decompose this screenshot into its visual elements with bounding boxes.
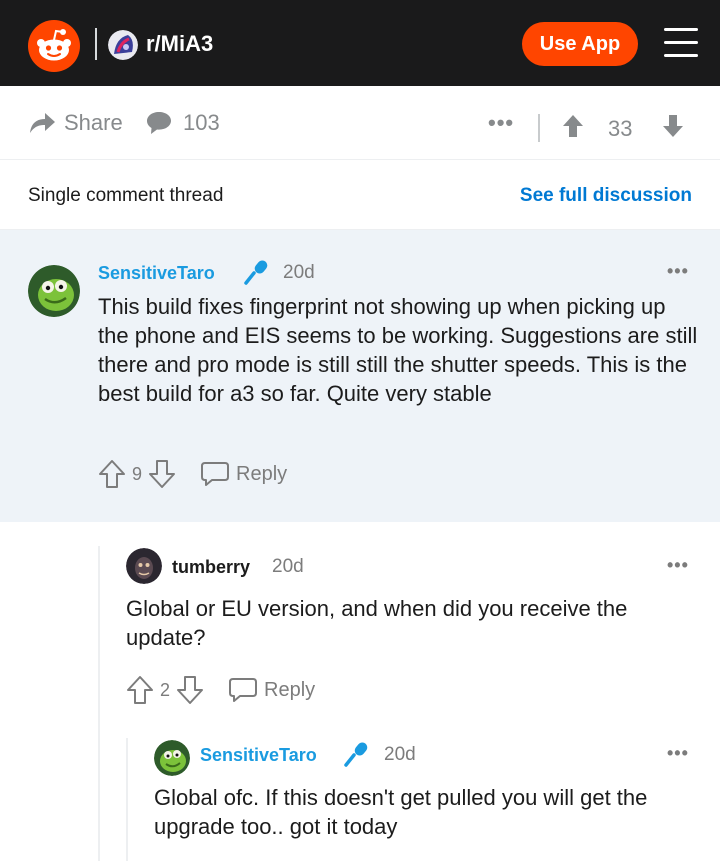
reply-icon <box>201 462 230 486</box>
share-button[interactable]: Share <box>28 110 123 136</box>
comments-button[interactable]: 103 <box>145 110 220 136</box>
vote-divider <box>538 114 540 142</box>
upvote-icon[interactable] <box>98 459 126 489</box>
comment-more-options-button[interactable]: ••• <box>667 261 689 282</box>
downvote-icon <box>663 115 683 137</box>
comment-body: Global or EU version, and when did you r… <box>126 596 628 650</box>
reply-icon <box>229 678 258 702</box>
comment-actions: 9 Reply <box>98 459 287 489</box>
comment-author[interactable]: SensitiveTaro <box>200 745 317 766</box>
thread-title: Single comment thread <box>28 185 224 206</box>
comment-author[interactable]: tumberry <box>172 557 250 578</box>
see-full-discussion-link[interactable]: See full discussion <box>520 185 692 207</box>
reddit-logo-icon[interactable] <box>28 20 80 72</box>
microphone-icon <box>243 258 271 291</box>
avatar[interactable] <box>154 740 190 776</box>
post-action-bar: Share 103 ••• 33 <box>0 86 720 160</box>
post-more-options-button[interactable]: ••• <box>488 110 514 136</box>
microphone-icon <box>343 740 371 773</box>
upvote-icon <box>563 115 583 137</box>
subreddit-avatar[interactable] <box>108 30 138 60</box>
top-nav-bar: r/MiA3 Use App <box>0 0 720 86</box>
downvote-icon[interactable] <box>176 675 204 705</box>
thread-line[interactable] <box>126 738 128 861</box>
comment-more-options-button[interactable]: ••• <box>667 555 689 576</box>
highlighted-comment: SensitiveTaro 20d ••• This build fixes f… <box>0 230 720 522</box>
reply-button[interactable]: Reply <box>200 460 287 488</box>
post-score: 33 <box>608 116 633 141</box>
reply-label: Reply <box>236 462 288 485</box>
post-downvote-button[interactable] <box>662 114 684 143</box>
menu-icon[interactable] <box>664 26 700 60</box>
comment-age: 20d <box>283 262 315 283</box>
thread-line[interactable] <box>98 546 100 861</box>
header-divider <box>95 28 97 60</box>
comment-more-options-button[interactable]: ••• <box>667 743 689 764</box>
share-label: Share <box>64 110 123 135</box>
upvote-icon[interactable] <box>126 675 154 705</box>
comment-body: Global ofc. If this doesn't get pulled y… <box>154 785 648 839</box>
use-app-button[interactable]: Use App <box>522 22 638 66</box>
avatar[interactable] <box>126 548 162 584</box>
comment-body: This build fixes fingerprint not showing… <box>98 294 698 406</box>
comment-icon <box>147 112 171 134</box>
thread-header: Single comment thread See full discussio… <box>0 160 720 230</box>
reply-label: Reply <box>264 678 316 701</box>
subreddit-name[interactable]: r/MiA3 <box>146 31 213 57</box>
share-icon <box>30 113 55 133</box>
post-upvote-button[interactable] <box>562 114 584 143</box>
avatar[interactable] <box>28 265 80 317</box>
comment-actions: 2 Reply <box>126 675 315 705</box>
comment-author[interactable]: SensitiveTaro <box>98 263 215 284</box>
comment-vote-count: 9 <box>132 463 143 484</box>
comment-age: 20d <box>272 556 304 577</box>
comment-age: 20d <box>384 744 416 765</box>
reply-button[interactable]: Reply <box>228 676 315 704</box>
comment-vote-count: 2 <box>160 679 171 700</box>
downvote-icon[interactable] <box>148 459 176 489</box>
comment-count: 103 <box>183 110 220 135</box>
